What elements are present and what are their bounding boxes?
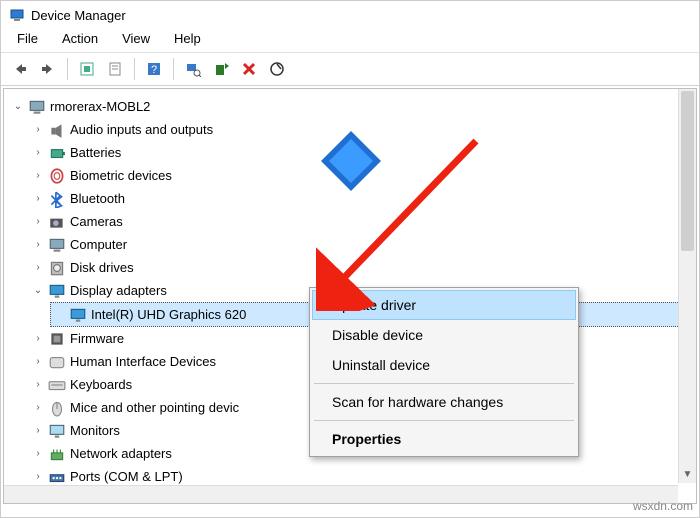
disable-button[interactable] bbox=[264, 57, 290, 81]
tree-node-label: Biometric devices bbox=[70, 165, 172, 186]
expand-icon[interactable]: › bbox=[32, 425, 44, 437]
context-menu-item[interactable]: Scan for hardware changes bbox=[312, 387, 576, 417]
computer-icon bbox=[28, 98, 46, 116]
expand-icon[interactable]: › bbox=[32, 239, 44, 251]
context-menu-item[interactable]: Update driver bbox=[312, 290, 576, 320]
tree-root-label: rmorerax-MOBL2 bbox=[50, 96, 150, 117]
audio-icon bbox=[48, 121, 66, 139]
tree-node-label: Monitors bbox=[70, 420, 120, 441]
expand-icon[interactable]: › bbox=[32, 147, 44, 159]
expand-icon[interactable]: › bbox=[32, 379, 44, 391]
expand-icon[interactable]: › bbox=[32, 402, 44, 414]
bt-icon bbox=[48, 190, 66, 208]
tree-node[interactable]: › Bluetooth bbox=[30, 187, 692, 210]
tree-node[interactable]: › Audio inputs and outputs bbox=[30, 118, 692, 141]
mon-icon bbox=[48, 422, 66, 440]
context-menu-item[interactable]: Uninstall device bbox=[312, 350, 576, 380]
context-menu: Update driverDisable deviceUninstall dev… bbox=[309, 287, 579, 457]
context-menu-item[interactable]: Disable device bbox=[312, 320, 576, 350]
tree-node[interactable]: › Biometric devices bbox=[30, 164, 692, 187]
kb-icon bbox=[48, 376, 66, 394]
toolbar-sep bbox=[67, 58, 68, 80]
disk-icon bbox=[48, 259, 66, 277]
context-menu-separator bbox=[314, 420, 574, 421]
mouse-icon bbox=[48, 399, 66, 417]
expand-icon[interactable]: ⌄ bbox=[32, 285, 44, 297]
expand-icon[interactable]: › bbox=[32, 170, 44, 182]
menu-action[interactable]: Action bbox=[52, 29, 108, 48]
forward-button[interactable] bbox=[35, 57, 61, 81]
svg-text:?: ? bbox=[151, 64, 157, 76]
tree-node[interactable]: › Disk drives bbox=[30, 256, 692, 279]
scroll-down-icon[interactable]: ▼ bbox=[679, 465, 696, 483]
expand-icon[interactable]: › bbox=[32, 356, 44, 368]
display-icon bbox=[69, 306, 87, 324]
menu-file[interactable]: File bbox=[7, 29, 48, 48]
display-icon bbox=[48, 282, 66, 300]
scroll-thumb[interactable] bbox=[681, 91, 694, 251]
tree-node-label: Network adapters bbox=[70, 443, 172, 464]
uninstall-button[interactable] bbox=[236, 57, 262, 81]
vertical-scrollbar[interactable]: ▲ ▼ bbox=[678, 89, 696, 483]
cam-icon bbox=[48, 213, 66, 231]
update-driver-button[interactable] bbox=[208, 57, 234, 81]
expand-icon[interactable]: › bbox=[32, 262, 44, 274]
expand-icon[interactable]: › bbox=[32, 193, 44, 205]
tree-node-label: Batteries bbox=[70, 142, 121, 163]
app-icon bbox=[9, 7, 25, 23]
expand-icon[interactable]: › bbox=[32, 471, 44, 483]
battery-icon bbox=[48, 144, 66, 162]
tree-node-label: Cameras bbox=[70, 211, 123, 232]
tree-node-label: Display adapters bbox=[70, 280, 167, 301]
horizontal-scrollbar[interactable] bbox=[4, 485, 678, 503]
expand-icon[interactable]: › bbox=[32, 216, 44, 228]
context-menu-separator bbox=[314, 383, 574, 384]
tree-node-label: Intel(R) UHD Graphics 620 bbox=[91, 304, 246, 325]
expand-icon[interactable]: › bbox=[32, 124, 44, 136]
toolbar: ? bbox=[1, 53, 699, 86]
tree-node[interactable]: › Batteries bbox=[30, 141, 692, 164]
tree-node-label: Audio inputs and outputs bbox=[70, 119, 213, 140]
scan-button[interactable] bbox=[180, 57, 206, 81]
expand-icon[interactable]: › bbox=[32, 333, 44, 345]
tree-node-label: Mice and other pointing devic bbox=[70, 397, 239, 418]
tree-node-label: Ports (COM & LPT) bbox=[70, 466, 183, 487]
show-hidden-button[interactable] bbox=[74, 57, 100, 81]
menu-bar: File Action View Help bbox=[1, 27, 699, 52]
expand-icon[interactable]: › bbox=[32, 448, 44, 460]
properties-button[interactable] bbox=[102, 57, 128, 81]
tree-node[interactable]: › Cameras bbox=[30, 210, 692, 233]
title-bar: Device Manager bbox=[1, 1, 699, 27]
tree-root-node[interactable]: ⌄ rmorerax-MOBL2 bbox=[10, 95, 692, 118]
hid-icon bbox=[48, 353, 66, 371]
back-button[interactable] bbox=[7, 57, 33, 81]
window-title: Device Manager bbox=[31, 8, 126, 23]
toolbar-sep bbox=[173, 58, 174, 80]
pc-icon bbox=[48, 236, 66, 254]
tree-node-label: Keyboards bbox=[70, 374, 132, 395]
toolbar-sep bbox=[134, 58, 135, 80]
fw-icon bbox=[48, 330, 66, 348]
port-icon bbox=[48, 468, 66, 486]
tree-node-label: Disk drives bbox=[70, 257, 134, 278]
menu-help[interactable]: Help bbox=[164, 29, 211, 48]
tree-node-label: Firmware bbox=[70, 328, 124, 349]
help-button[interactable]: ? bbox=[141, 57, 167, 81]
net-icon bbox=[48, 445, 66, 463]
bio-icon bbox=[48, 167, 66, 185]
tree-node-label: Bluetooth bbox=[70, 188, 125, 209]
tree-node[interactable]: › Computer bbox=[30, 233, 692, 256]
context-menu-item[interactable]: Properties bbox=[312, 424, 576, 454]
tree-node-label: Human Interface Devices bbox=[70, 351, 216, 372]
menu-view[interactable]: View bbox=[112, 29, 160, 48]
collapse-icon[interactable]: ⌄ bbox=[12, 101, 24, 113]
watermark: wsxdn.com bbox=[633, 499, 693, 513]
tree-node-label: Computer bbox=[70, 234, 127, 255]
